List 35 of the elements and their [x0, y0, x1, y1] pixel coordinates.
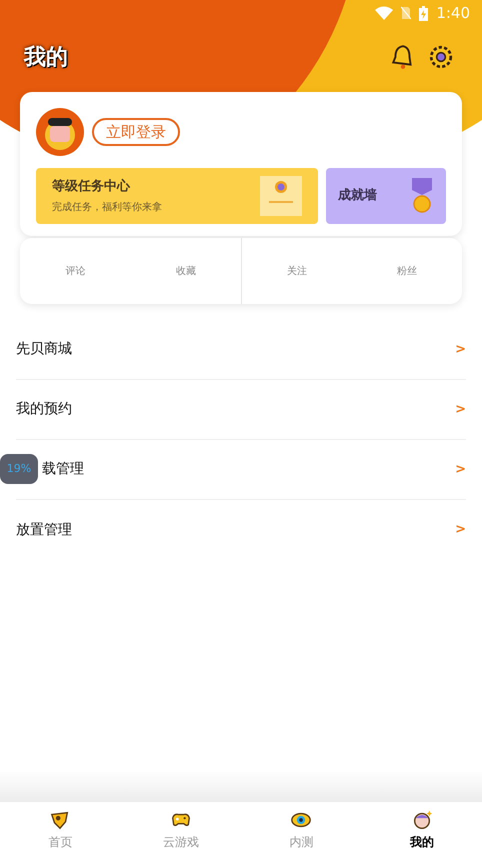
- chevron: >: [455, 340, 466, 359]
- menu-item[interactable]: 放置管理 >: [16, 500, 466, 560]
- menu-label: 先贝商城: [16, 340, 72, 359]
- menu-label: 放置管理: [16, 520, 72, 540]
- stat-label[interactable]: 评论: [65, 264, 86, 278]
- battery-charging-icon: [419, 6, 428, 20]
- chevron: >: [455, 521, 466, 540]
- status-time: 1:40: [436, 2, 470, 24]
- menu-label: 载管理: [42, 460, 84, 479]
- menu-item[interactable]: 先贝商城 >: [16, 320, 466, 380]
- avatar[interactable]: [36, 108, 84, 156]
- card-title: 成就墙: [338, 187, 377, 206]
- medal-icon: [410, 178, 434, 214]
- no-sim-icon: [401, 6, 412, 20]
- stat-label[interactable]: 收藏: [176, 264, 196, 278]
- card-subtitle: 完成任务，福利等你来拿: [52, 200, 162, 216]
- nav-tab[interactable]: 云游戏: [120, 802, 241, 858]
- nav-tab[interactable]: 我的: [362, 802, 482, 858]
- wifi-icon: [375, 6, 394, 20]
- nav-tab[interactable]: 内测: [241, 802, 362, 858]
- stat-label[interactable]: 关注: [286, 264, 307, 278]
- chevron: >: [455, 460, 466, 479]
- menu-label: 我的预约: [16, 400, 72, 419]
- login-button[interactable]: 立即登录: [92, 118, 180, 146]
- settings-icon[interactable]: [428, 44, 454, 70]
- chevron: >: [455, 400, 466, 419]
- stat-label[interactable]: 粉丝: [396, 264, 417, 278]
- download-progress-toast[interactable]: 19%: [0, 454, 38, 484]
- level-task-card[interactable]: 等级任务中心 完成任务，福利等你来拿: [36, 168, 318, 224]
- menu-item[interactable]: 我的预约 >: [16, 380, 466, 440]
- nav-tab[interactable]: 首页: [0, 802, 120, 858]
- certificate-icon: [260, 176, 302, 216]
- page-title: 我的: [24, 44, 68, 72]
- achievement-card[interactable]: 成就墙: [326, 168, 446, 224]
- card-title: 等级任务中心: [52, 178, 132, 196]
